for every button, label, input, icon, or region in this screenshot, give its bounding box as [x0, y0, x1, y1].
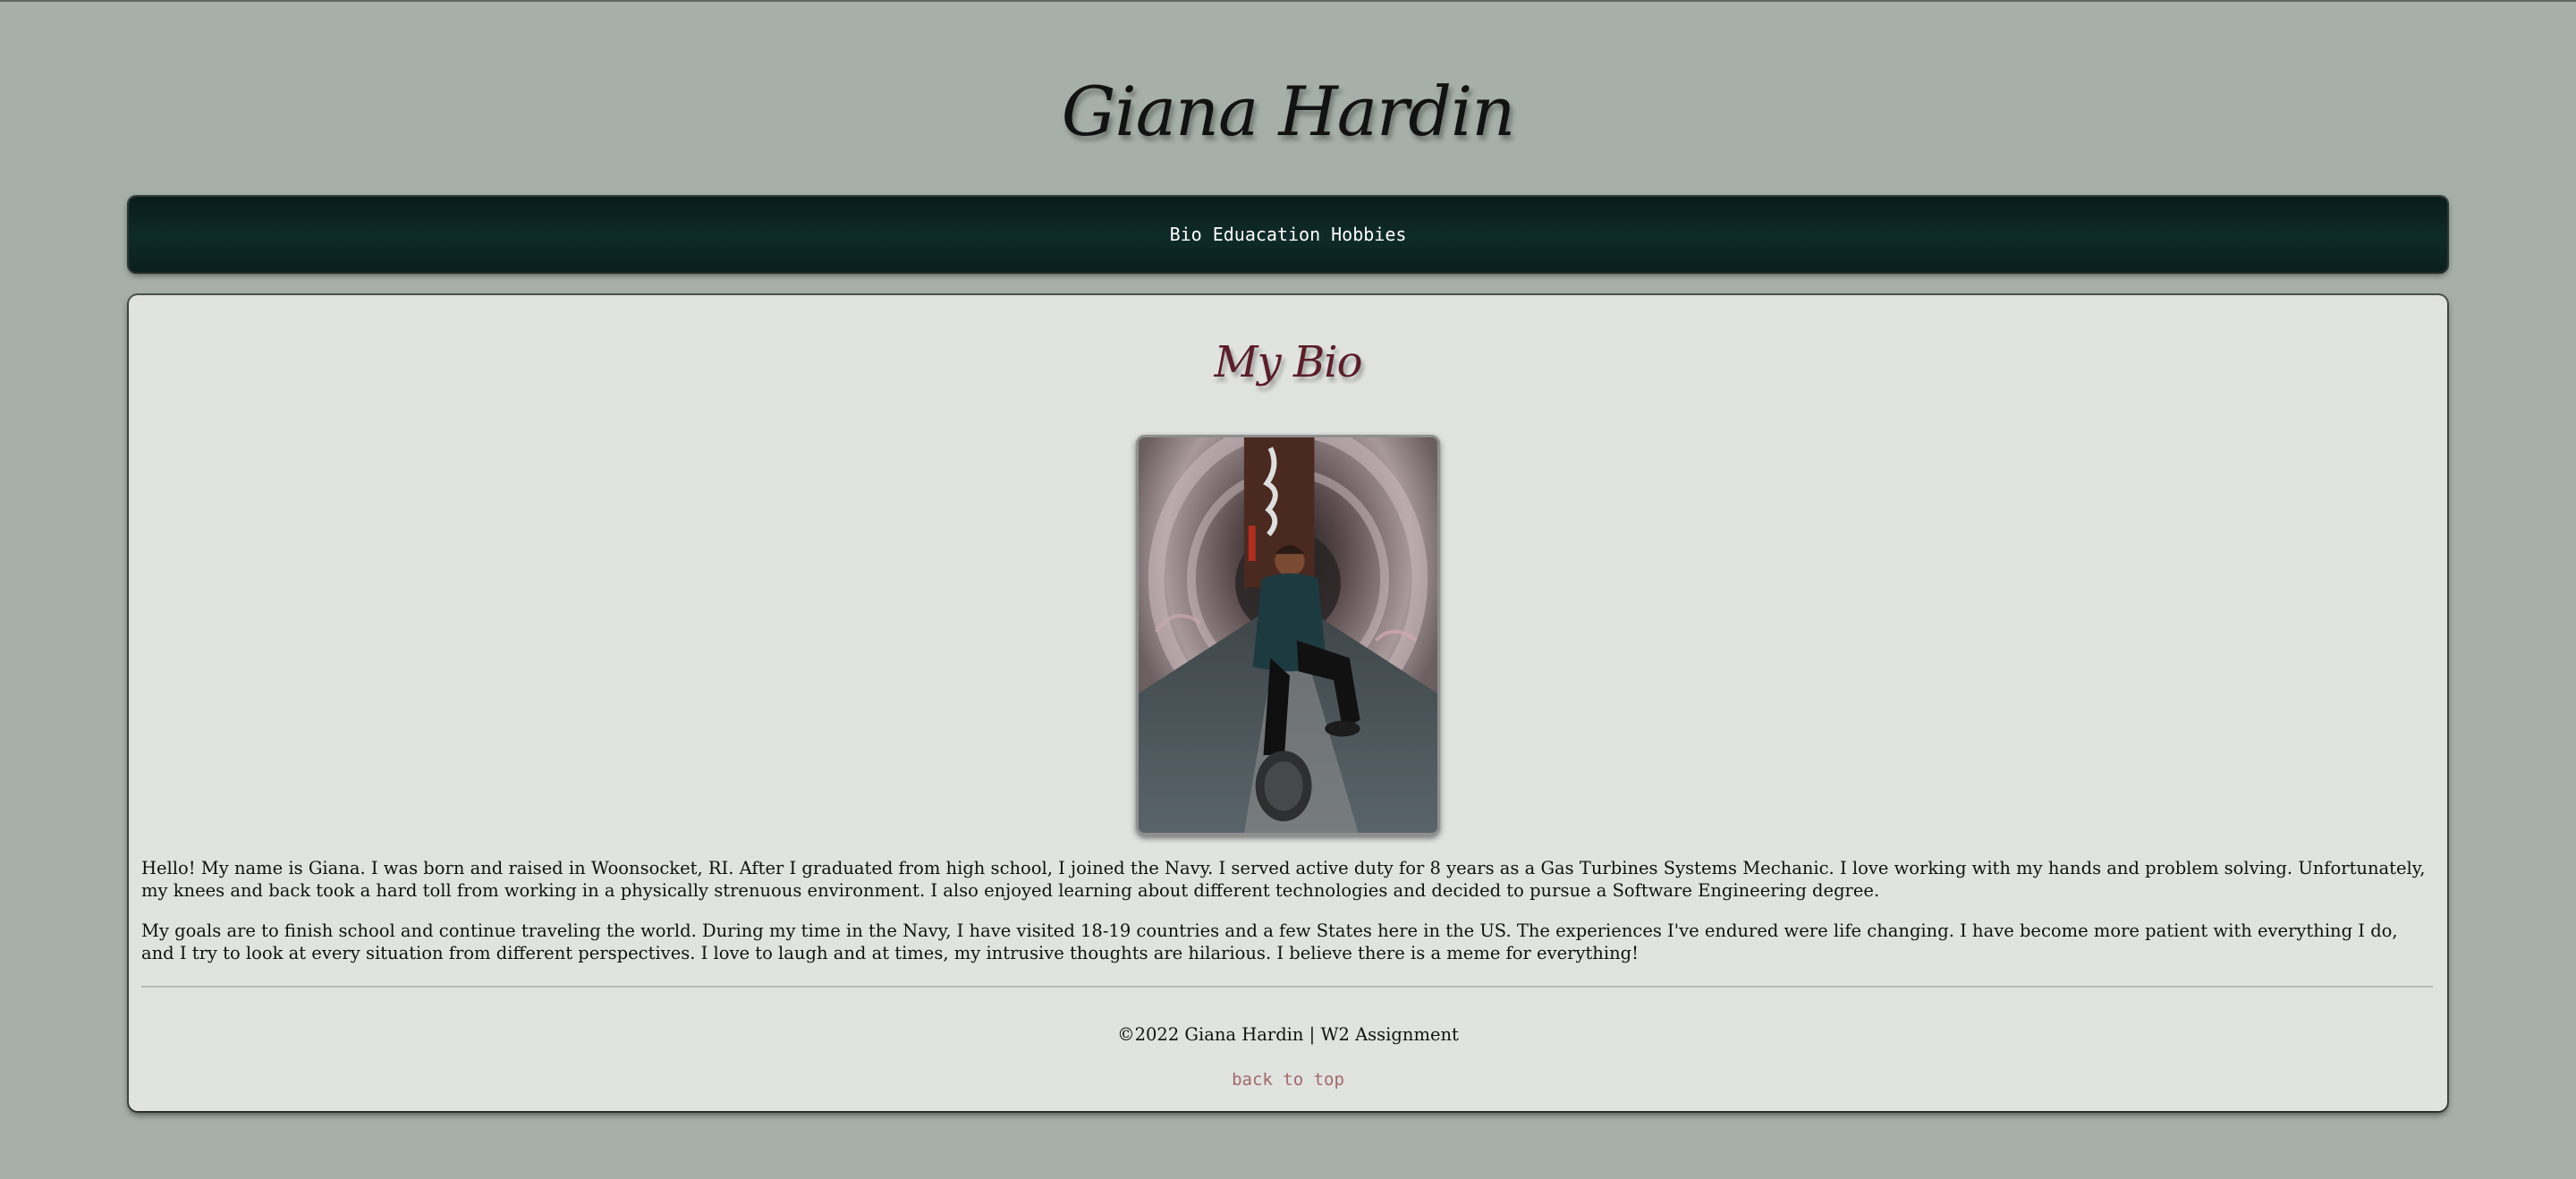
footer-divider — [141, 986, 2433, 988]
nav-links: Bio Eduacation Hobbies — [1170, 224, 1407, 245]
main-nav: Bio Eduacation Hobbies — [129, 197, 2447, 272]
copyright-text: ©2022 Giana Hardin | W2 Assignment — [1117, 1024, 1459, 1045]
site-header: Giana Hardin — [0, 63, 2576, 161]
nav-link-bio[interactable]: Bio — [1170, 224, 1202, 245]
profile-photo-illustration — [1139, 437, 1437, 833]
bio-card: My Bio Hello! My name is Giana. I was bo… — [129, 295, 2447, 1111]
nav-link-education[interactable]: Eduacation — [1213, 224, 1320, 245]
section-title: My Bio — [1214, 337, 1362, 387]
site-title: Giana Hardin — [1061, 72, 1516, 151]
bio-paragraph-1: Hello! My name is Giana. I was born and … — [141, 858, 2426, 901]
bio-paragraph-2: My goals are to finish school and contin… — [141, 920, 2398, 963]
bio-text: Hello! My name is Giana. I was born and … — [141, 857, 2431, 982]
nav-link-hobbies[interactable]: Hobbies — [1331, 224, 1406, 245]
back-to-top-link[interactable]: back to top — [129, 1068, 2447, 1091]
profile-photo — [1136, 435, 1440, 835]
